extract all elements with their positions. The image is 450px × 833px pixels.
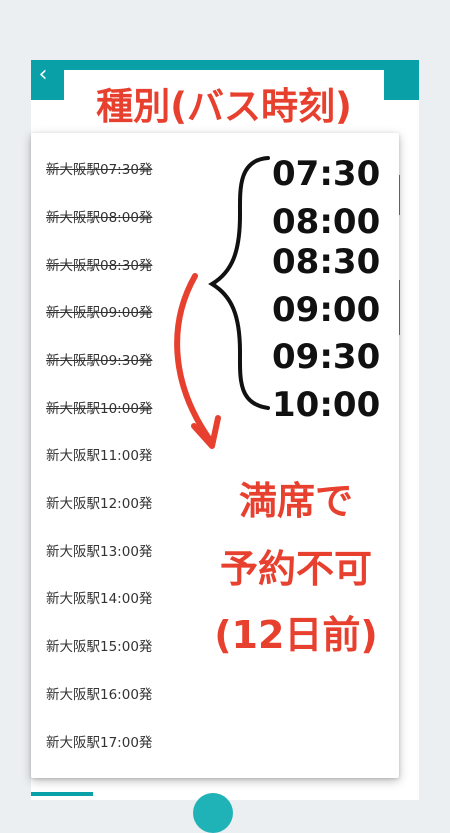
curved-arrow-icon <box>174 273 213 443</box>
annotation-time: 10:00 <box>272 385 381 425</box>
annotation-time: 09:30 <box>272 337 381 377</box>
annotation-note-line: (12日前) <box>214 613 378 657</box>
bottom-tab-indicator <box>31 792 93 796</box>
annotation-note-line: 予約不可 <box>219 547 372 591</box>
annotation-time: 09:00 <box>272 290 381 330</box>
annotation-time: 07:30 <box>272 154 381 194</box>
curly-brace-icon <box>208 156 270 410</box>
annotation-time: 08:30 <box>272 242 381 282</box>
floating-action-button[interactable] <box>193 793 233 833</box>
annotation-time: 08:00 <box>272 202 381 242</box>
annotation-note-line: 満席で <box>238 479 353 523</box>
